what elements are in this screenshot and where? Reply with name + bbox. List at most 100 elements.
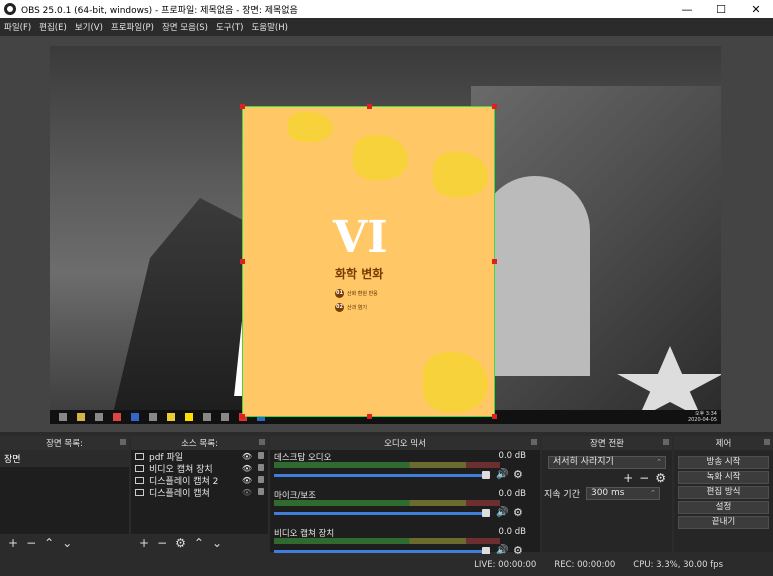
start-icon bbox=[59, 413, 67, 421]
resize-handle[interactable] bbox=[492, 414, 497, 419]
window-title: OBS 25.0.1 (64-bit, windows) - 프로파일: 제목없… bbox=[21, 5, 298, 16]
start-streaming-button[interactable]: 방송 시작 bbox=[678, 456, 769, 469]
add-icon[interactable]: + bbox=[623, 471, 633, 485]
source-item[interactable]: 디스플레이 캡쳐 👁 bbox=[131, 486, 268, 499]
menu-scene-collection[interactable]: 장면 모음(S) bbox=[158, 21, 212, 33]
speaker-icon[interactable]: 🔊 bbox=[496, 469, 508, 480]
menu-help[interactable]: 도움말(H) bbox=[247, 21, 291, 33]
gear-icon[interactable]: ⚙ bbox=[513, 468, 523, 481]
pdf-source-selected[interactable]: VI 화학 변화 01 산화 환원 반응 02 산과 염기 bbox=[240, 104, 497, 419]
source-label: 디스플레이 캡쳐 bbox=[149, 488, 210, 499]
app-icon bbox=[203, 413, 211, 421]
kakao-icon bbox=[185, 413, 193, 421]
visibility-off-icon[interactable]: 👁 bbox=[242, 488, 252, 497]
lock-icon[interactable] bbox=[258, 464, 264, 471]
undock-icon[interactable] bbox=[764, 439, 770, 445]
lock-icon[interactable] bbox=[258, 476, 264, 483]
mixer-channel: 마이크/보조 0.0 dB 🔊 ⚙ bbox=[270, 488, 540, 526]
exit-button[interactable]: 끝내기 bbox=[678, 516, 769, 529]
mixer-channels: 데스크탑 오디오 0.0 dB 🔊 ⚙ 마이크/보조 0.0 dB 🔊 ⚙ 비디… bbox=[270, 450, 540, 557]
channel-db: 0.0 dB bbox=[498, 451, 526, 461]
add-icon[interactable]: + bbox=[8, 536, 18, 550]
scenes-list: 장면 bbox=[0, 450, 129, 534]
remove-icon[interactable]: − bbox=[639, 471, 649, 485]
item-number: 02 bbox=[335, 303, 344, 312]
resize-handle[interactable] bbox=[492, 104, 497, 109]
move-up-icon[interactable]: ⌃ bbox=[44, 536, 54, 550]
menu-view[interactable]: 보기(V) bbox=[71, 21, 107, 33]
sources-dock: 소스 목록: pdf 파일 👁 비디오 캡쳐 장치 👁 디스플레이 캡쳐 2 👁 디스… bbox=[131, 436, 268, 552]
taskbar-clock: 오후 3:34 2020-04-05 bbox=[688, 411, 717, 423]
taskbar-date: 2020-04-05 bbox=[687, 417, 717, 423]
obs-logo-icon bbox=[4, 3, 16, 15]
remove-icon[interactable]: − bbox=[157, 536, 167, 550]
lock-icon[interactable] bbox=[258, 452, 264, 459]
gear-icon[interactable]: ⚙ bbox=[175, 536, 186, 550]
move-down-icon[interactable]: ⌄ bbox=[212, 536, 222, 550]
volume-slider-handle[interactable] bbox=[482, 509, 490, 517]
mixer-dock: 오디오 믹서 데스크탑 오디오 0.0 dB 🔊 ⚙ 마이크/보조 0.0 dB… bbox=[270, 436, 540, 557]
duration-spinbox[interactable]: 300 ms bbox=[585, 487, 660, 500]
live-timer: LIVE: 00:00:00 bbox=[474, 560, 537, 570]
file-icon bbox=[135, 452, 144, 460]
resize-handle[interactable] bbox=[240, 259, 245, 264]
move-down-icon[interactable]: ⌄ bbox=[62, 536, 72, 550]
volume-slider-handle[interactable] bbox=[482, 471, 490, 479]
visibility-icon[interactable]: 👁 bbox=[242, 476, 252, 485]
monitor-icon bbox=[135, 488, 144, 496]
gear-icon[interactable]: ⚙ bbox=[655, 471, 666, 485]
resize-handle[interactable] bbox=[240, 414, 245, 419]
undock-icon[interactable] bbox=[259, 439, 265, 445]
duration-label: 지속 기간 bbox=[544, 490, 580, 500]
resize-handle[interactable] bbox=[367, 414, 372, 419]
item-text: 산과 염기 bbox=[347, 305, 367, 311]
visibility-icon[interactable]: 👁 bbox=[242, 464, 252, 473]
source-item[interactable]: pdf 파일 👁 bbox=[131, 450, 268, 463]
transition-toolbar: + − ⚙ bbox=[542, 471, 672, 485]
chapter-title: 화학 변화 bbox=[335, 267, 384, 281]
settings-button[interactable]: 설정 bbox=[678, 501, 769, 514]
scenes-title: 장면 목록: bbox=[46, 439, 83, 449]
volume-slider[interactable] bbox=[274, 512, 490, 515]
undock-icon[interactable] bbox=[531, 439, 537, 445]
transition-select[interactable]: 서서히 사라지기 bbox=[548, 456, 666, 469]
undock-icon[interactable] bbox=[663, 439, 669, 445]
visibility-icon[interactable]: 👁 bbox=[242, 452, 252, 461]
volume-slider[interactable] bbox=[274, 550, 490, 553]
source-item[interactable]: 디스플레이 캡쳐 2 👁 bbox=[131, 474, 268, 487]
maximize-button[interactable]: ☐ bbox=[704, 0, 738, 18]
menu-profile[interactable]: 프로파일(P) bbox=[107, 21, 158, 33]
source-item[interactable]: 비디오 캡쳐 장치 👁 bbox=[131, 462, 268, 475]
volume-meter bbox=[274, 462, 500, 468]
menu-tools[interactable]: 도구(T) bbox=[212, 21, 247, 33]
mixer-title: 오디오 믹서 bbox=[384, 439, 426, 449]
studio-mode-button[interactable]: 편집 방식 bbox=[678, 486, 769, 499]
channel-db: 0.0 dB bbox=[498, 489, 526, 499]
remove-icon[interactable]: − bbox=[26, 536, 36, 550]
scene-item[interactable]: 장면 bbox=[0, 450, 129, 467]
menu-file[interactable]: 파일(F) bbox=[0, 21, 35, 33]
move-up-icon[interactable]: ⌃ bbox=[194, 536, 204, 550]
volume-meter bbox=[274, 500, 500, 506]
resize-handle[interactable] bbox=[240, 104, 245, 109]
start-recording-button[interactable]: 녹화 시작 bbox=[678, 471, 769, 484]
gear-icon[interactable]: ⚙ bbox=[513, 506, 523, 519]
volume-slider[interactable] bbox=[274, 474, 490, 477]
undock-icon[interactable] bbox=[120, 439, 126, 445]
close-button[interactable]: ✕ bbox=[739, 0, 773, 18]
speaker-icon[interactable]: 🔊 bbox=[496, 507, 508, 518]
menu-bar: 파일(F) 편집(E) 보기(V) 프로파일(P) 장면 모음(S) 도구(T)… bbox=[0, 18, 773, 36]
lock-icon[interactable] bbox=[258, 488, 264, 495]
title-bar: OBS 25.0.1 (64-bit, windows) - 프로파일: 제목없… bbox=[0, 0, 773, 18]
add-icon[interactable]: + bbox=[139, 536, 149, 550]
menu-edit[interactable]: 편집(E) bbox=[35, 21, 71, 33]
minimize-button[interactable]: — bbox=[670, 0, 704, 18]
sources-list: pdf 파일 👁 비디오 캡쳐 장치 👁 디스플레이 캡쳐 2 👁 디스플레이 캡쳐 👁 bbox=[131, 450, 268, 534]
chapter-item: 02 산과 염기 bbox=[335, 303, 367, 312]
transitions-dock: 장면 전환 서서히 사라지기 +−⚙ 지속 기간 300 ms bbox=[542, 436, 672, 552]
controls-title: 제어 bbox=[715, 439, 732, 449]
resize-handle[interactable] bbox=[367, 104, 372, 109]
resize-handle[interactable] bbox=[492, 259, 497, 264]
preview-area[interactable]: 오후 3:34 2020-04-05 VI 화학 변화 01 산화 환원 반응 0… bbox=[0, 36, 773, 432]
cpu-status: CPU: 3.3%, 30.00 fps bbox=[633, 560, 723, 570]
